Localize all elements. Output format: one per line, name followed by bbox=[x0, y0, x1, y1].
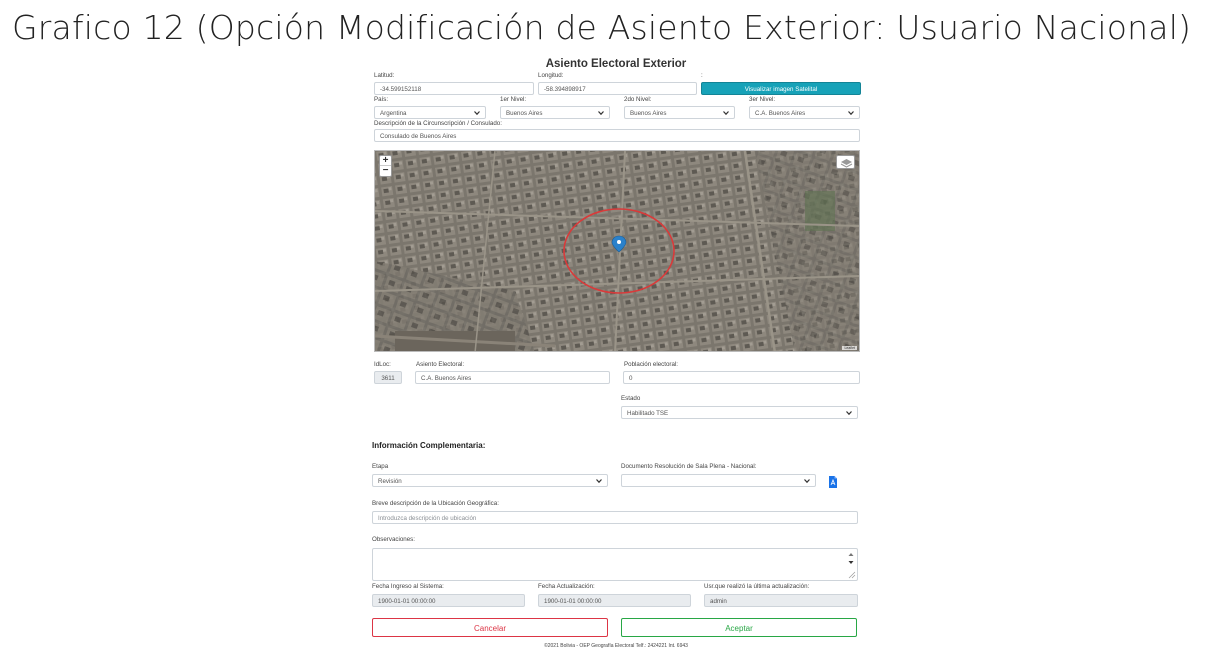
zoom-out-button[interactable]: − bbox=[380, 166, 391, 176]
level1-label: 1er Nivel: bbox=[500, 96, 527, 103]
brief-description-label: Breve descripción de la Ubicación Geográ… bbox=[372, 500, 499, 507]
slide-title: Grafico 12 (Opción Modificación de Asien… bbox=[12, 8, 1192, 47]
cancel-button[interactable]: Cancelar bbox=[372, 618, 608, 637]
chevron-down-icon bbox=[598, 111, 604, 116]
idloc-input: 3611 bbox=[374, 371, 402, 384]
entry-date-label: Fecha Ingreso al Sistema: bbox=[372, 583, 444, 590]
last-user-input: admin bbox=[704, 594, 858, 607]
view-satellite-button[interactable]: Visualizar imagen Satelital bbox=[701, 82, 861, 95]
chevron-down-icon bbox=[804, 479, 810, 484]
circ-input[interactable]: Consulado de Buenos Aires bbox=[374, 129, 860, 142]
chevron-down-icon bbox=[846, 411, 852, 416]
etapa-select[interactable]: Revisión bbox=[372, 474, 608, 487]
complementary-info-title: Información Complementaria: bbox=[372, 441, 486, 450]
zoom-control: + − bbox=[379, 155, 392, 177]
level1-value: Buenos Aires bbox=[506, 110, 543, 117]
level2-label: 2do Nivel: bbox=[624, 96, 652, 103]
population-label: Población electoral: bbox=[624, 361, 679, 368]
level3-value: C.A. Buenos Aires bbox=[755, 110, 806, 117]
idloc-label: IdLoc: bbox=[374, 361, 391, 368]
layers-icon bbox=[840, 159, 853, 168]
latitude-input[interactable]: -34.599152118 bbox=[374, 82, 534, 95]
chevron-down-icon bbox=[474, 111, 480, 116]
etapa-label: Etapa bbox=[372, 463, 389, 470]
country-value: Argentina bbox=[380, 110, 407, 117]
country-select[interactable]: Argentina bbox=[374, 106, 486, 119]
update-date-label: Fecha Actualización: bbox=[538, 583, 595, 590]
level1-select[interactable]: Buenos Aires bbox=[500, 106, 610, 119]
etapa-value: Revisión bbox=[378, 478, 402, 485]
circ-label: Descripción de la Circunscripción / Cons… bbox=[374, 120, 502, 127]
asiento-label: Asiento Electoral: bbox=[416, 361, 465, 368]
document-select[interactable] bbox=[621, 474, 816, 487]
observations-textarea[interactable] bbox=[372, 548, 858, 581]
document-label: Documento Resolución de Sala Plena - Nac… bbox=[621, 463, 757, 470]
textarea-scrollbar[interactable] bbox=[846, 550, 856, 580]
document-file-icon[interactable] bbox=[828, 476, 838, 488]
asiento-form: Asiento Electoral Exterior Latitud: -34.… bbox=[370, 56, 862, 656]
footer-text: ©2021 Bolivia - OEP Geografía Electoral … bbox=[544, 643, 688, 649]
satellite-imagery bbox=[375, 151, 859, 351]
last-user-label: Usr.que realizó la última actualización: bbox=[704, 583, 810, 590]
latitude-label: Latitud: bbox=[374, 72, 395, 79]
chevron-down-icon bbox=[596, 479, 602, 484]
chevron-down-icon bbox=[723, 111, 729, 116]
level3-select[interactable]: C.A. Buenos Aires bbox=[749, 106, 860, 119]
form-title: Asiento Electoral Exterior bbox=[545, 58, 687, 70]
update-date-input: 1900-01-01 00:00:00 bbox=[538, 594, 691, 607]
observations-label: Observaciones: bbox=[372, 536, 415, 543]
extra-label: : bbox=[701, 72, 703, 79]
longitude-label: Longitud: bbox=[538, 72, 564, 79]
asiento-input[interactable]: C.A. Buenos Aires bbox=[415, 371, 610, 384]
population-input[interactable]: 0 bbox=[623, 371, 860, 384]
chevron-down-icon bbox=[848, 111, 854, 116]
level2-value: Buenos Aires bbox=[630, 110, 667, 117]
level3-label: 3er Nivel: bbox=[749, 96, 776, 103]
brief-description-input[interactable]: Introduzca descripción de ubicación bbox=[372, 511, 858, 524]
layers-button[interactable] bbox=[836, 155, 855, 169]
estado-value: Habilitado TSE bbox=[627, 410, 669, 417]
estado-select[interactable]: Habilitado TSE bbox=[621, 406, 858, 419]
entry-date-input: 1900-01-01 00:00:00 bbox=[372, 594, 525, 607]
map-attribution[interactable]: Leaflet bbox=[842, 346, 857, 350]
accept-button[interactable]: Aceptar bbox=[621, 618, 857, 637]
satellite-map[interactable]: + − Leaflet bbox=[374, 150, 860, 352]
longitude-input[interactable]: -58.394898917 bbox=[538, 82, 697, 95]
country-label: País: bbox=[374, 96, 389, 103]
level2-select[interactable]: Buenos Aires bbox=[624, 106, 735, 119]
estado-label: Estado bbox=[621, 395, 641, 402]
